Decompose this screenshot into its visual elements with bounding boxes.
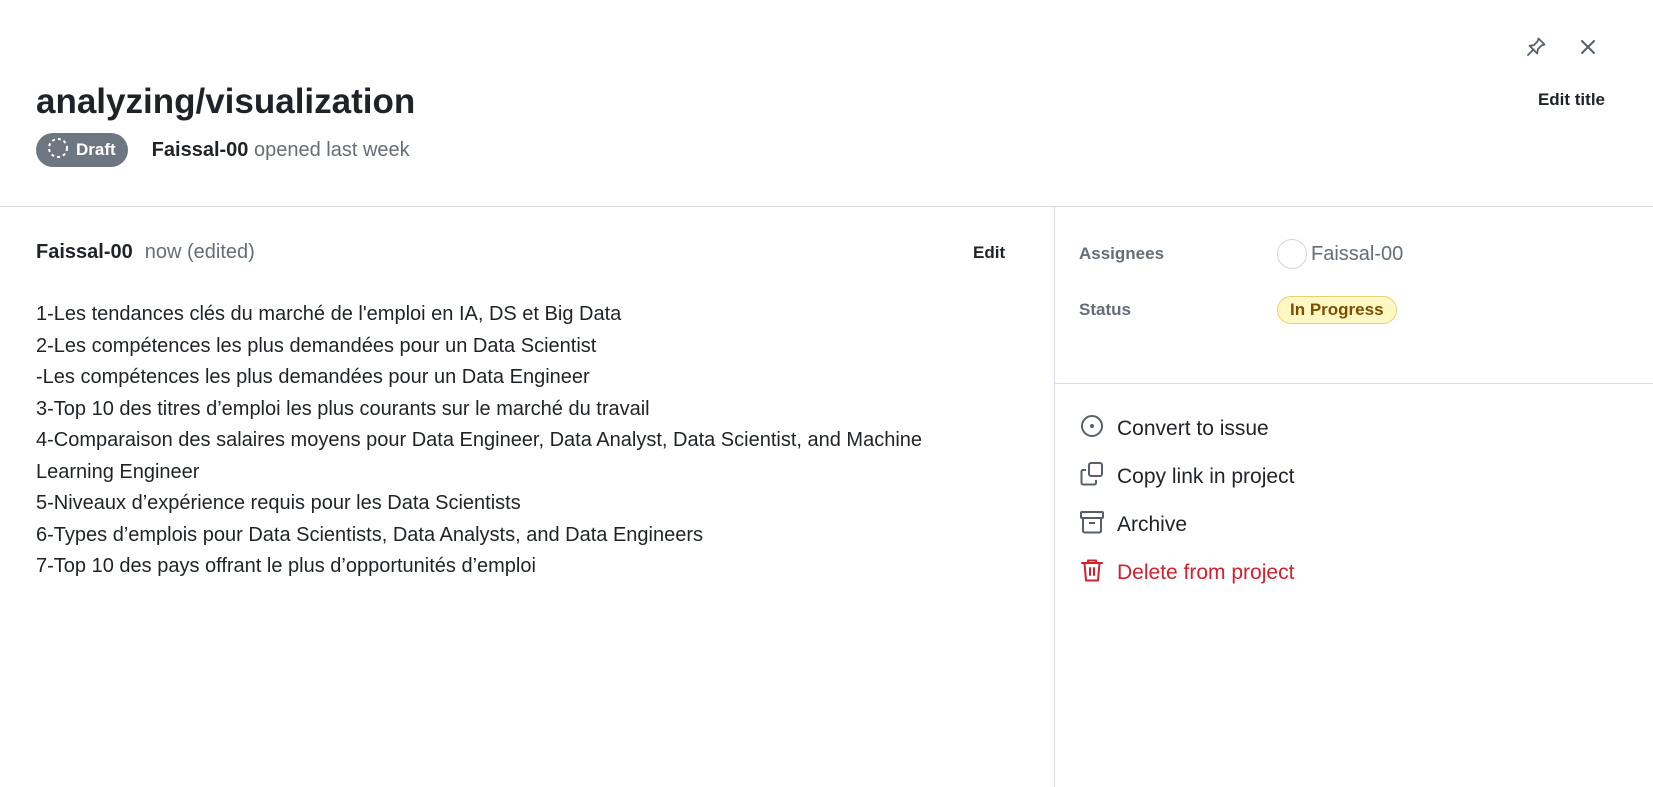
assignees-field: Assignees Faissal-00 <box>1079 239 1403 269</box>
comment-header: Faissal-00 now (edited) <box>36 241 255 264</box>
archive-button[interactable]: Archive <box>1079 501 1294 549</box>
edit-body-button[interactable]: Edit <box>973 243 1005 263</box>
copy-link-button[interactable]: Copy link in project <box>1079 453 1294 501</box>
body-line: 3-Top 10 des titres d’emploi les plus co… <box>36 397 650 420</box>
status-badge[interactable]: In Progress <box>1277 296 1397 324</box>
body-line: 7-Top 10 des pays offrant le plus d’oppo… <box>36 555 536 577</box>
convert-to-issue-label: Convert to issue <box>1117 417 1269 440</box>
draft-label: Draft <box>76 140 116 159</box>
pin-icon[interactable] <box>1521 32 1551 62</box>
body-line: 5-Niveaux d’expérience requis pour les D… <box>36 492 521 514</box>
opened-author[interactable]: Faissal-00 <box>152 139 249 161</box>
comment-author[interactable]: Faissal-00 <box>36 241 133 264</box>
issue-opened-icon <box>1079 413 1105 445</box>
comment-timestamp: now (edited) <box>144 241 255 263</box>
archive-label: Archive <box>1117 513 1188 536</box>
avatar <box>1277 239 1307 269</box>
close-icon[interactable] <box>1573 32 1603 62</box>
panel-header: analyzing/visualization Edit title Draft… <box>0 0 1653 207</box>
draft-badge: Draft <box>36 133 128 167</box>
assignee-name: Faissal-00 <box>1311 242 1404 265</box>
assignee[interactable]: Faissal-00 <box>1277 239 1403 269</box>
body-line: 1-Les tendances clés du marché de l'empl… <box>36 303 622 325</box>
status-field: Status In Progress <box>1079 296 1397 324</box>
body-line: 4-Comparaison des salaires moyens pour D… <box>36 429 923 483</box>
sidebar-divider <box>1055 383 1653 384</box>
comment-body: 1-Les tendances clés du marché de l'empl… <box>36 299 996 583</box>
body-line: 2-Les compétences les plus demandées pou… <box>36 334 597 357</box>
trash-icon <box>1079 557 1105 589</box>
opened-text: opened last week <box>253 138 410 161</box>
header-icon-group <box>1521 32 1603 62</box>
body-line: 6-Types d’emplois pour Data Scientists, … <box>36 523 704 546</box>
opened-info: Faissal-00 opened last week <box>152 139 410 162</box>
delete-label: Delete from project <box>1117 561 1295 584</box>
body-line: -Les compétences les plus demandées pour… <box>36 366 590 388</box>
copy-icon <box>1079 461 1105 493</box>
item-detail-panel: analyzing/visualization Edit title Draft… <box>0 0 1653 787</box>
draft-icon <box>46 136 70 165</box>
archive-icon <box>1079 509 1105 541</box>
edit-title-button[interactable]: Edit title <box>1538 90 1605 110</box>
page-title: analyzing/visualization <box>36 82 416 121</box>
item-meta: Draft Faissal-00 opened last week <box>36 133 410 167</box>
copy-link-label: Copy link in project <box>1117 465 1295 488</box>
delete-from-project-button[interactable]: Delete from project <box>1079 549 1294 597</box>
status-label: Status <box>1079 300 1131 319</box>
item-sidebar: Assignees Faissal-00 Status In Progress … <box>1055 207 1653 787</box>
item-body: Faissal-00 now (edited) Edit 1-Les tenda… <box>0 207 1055 787</box>
item-actions: Convert to issue Copy link in project Ar… <box>1079 405 1294 597</box>
assignees-label: Assignees <box>1079 244 1165 263</box>
convert-to-issue-button[interactable]: Convert to issue <box>1079 405 1294 453</box>
